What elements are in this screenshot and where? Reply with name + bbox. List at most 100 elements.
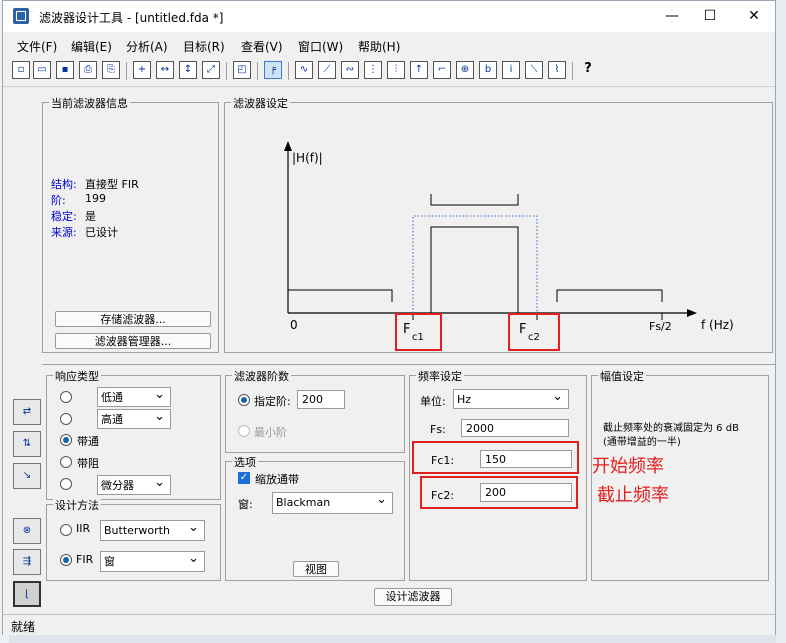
lowpass-radio[interactable] — [60, 391, 72, 403]
iir-method-dropdown[interactable]: Butterworth — [100, 518, 205, 541]
structure-value: 直接型 FIR — [85, 178, 139, 191]
menu-bar: 文件(F) 编辑(E) 分析(A) 目标(R) 查看(V) 窗口(W) 帮助(H… — [3, 34, 775, 56]
minimum-order-radio[interactable] — [238, 425, 250, 437]
order-label: 阶: — [51, 194, 66, 207]
lowpass-dropdown[interactable]: 低通 — [97, 385, 171, 407]
coefficients-icon[interactable]: b — [479, 61, 497, 79]
panel-title: 滤波器阶数 — [232, 368, 291, 384]
save-icon[interactable]: ▪ — [56, 61, 74, 79]
minimize-button[interactable]: — — [657, 5, 687, 27]
fs-input[interactable]: 2000 — [461, 419, 569, 437]
filter-manager-button[interactable]: 滤波器管理器... — [55, 333, 211, 349]
stable-label: 稳定: — [51, 210, 77, 223]
source-value: 已设计 — [85, 226, 118, 239]
impulse-response-icon[interactable]: ↑ — [410, 61, 428, 79]
phase-delay-icon[interactable]: ⫶ — [387, 61, 405, 79]
current-filter-info-panel: 当前滤波器信息 结构: 直接型 FIR 阶: 199 稳定: 是 来源: 已设计… — [42, 95, 219, 353]
status-bar: 就绪 — [3, 614, 775, 635]
menu-edit[interactable]: 编辑(E) — [71, 38, 112, 55]
step-response-icon[interactable]: ⌐ — [433, 61, 451, 79]
filter-spec-icon[interactable]: ╒ — [264, 61, 282, 79]
zoom-in-icon[interactable]: + — [133, 61, 151, 79]
filter-specification-panel: 滤波器设定 |H(f)| f (Hz) 0 Fs/2 F c1 F c2 — [224, 95, 773, 353]
frequency-axis-label: f (Hz) — [701, 318, 734, 332]
toolbar-separator — [572, 62, 573, 80]
mag-phase-icon[interactable]: ∾ — [341, 61, 359, 79]
bandpass-spec-diagram — [284, 141, 697, 320]
fc1-subscript: c1 — [412, 332, 424, 343]
scale-passband-label: 缩放通带 — [255, 473, 299, 486]
multirate-icon[interactable]: ⇶ — [13, 549, 41, 575]
menu-targets[interactable]: 目标(R) — [183, 38, 225, 55]
round-off-icon[interactable]: ⌇ — [548, 61, 566, 79]
magnitude-response-icon[interactable]: ∿ — [295, 61, 313, 79]
magnitude-note: 截止频率处的衰减固定为 6 dB (通带增益的一半) — [603, 423, 739, 448]
toolbar-separator — [226, 62, 227, 80]
iir-radio[interactable] — [60, 524, 72, 536]
structure-label: 结构: — [51, 178, 77, 191]
window-title: 滤波器设计工具 - [untitled.fda *] — [39, 11, 224, 25]
menu-window[interactable]: 窗口(W) — [298, 38, 343, 55]
highpass-radio[interactable] — [60, 413, 72, 425]
filter-order-panel: 滤波器阶数 指定阶: 200 最小阶 — [225, 368, 405, 453]
import-filter-icon[interactable]: ↘ — [13, 463, 41, 489]
highpass-dropdown[interactable]: 高通 — [97, 407, 171, 429]
fc2-field-label: Fc2: — [431, 489, 455, 502]
new-file-icon[interactable]: ▫ — [12, 61, 30, 79]
fc2-input-highlight: Fc2: 200 — [420, 476, 578, 509]
phase-response-icon[interactable]: ⟋ — [318, 61, 336, 79]
cost-icon[interactable]: ⟍ — [525, 61, 543, 79]
pole-zero-icon[interactable]: ⊕ — [456, 61, 474, 79]
fc1-field-label: Fc1: — [431, 454, 455, 467]
toolbar: ▫ ▭ ▪ ⎙ ⎘ + ↔ ↕ ⤢ ◰ ╒ ∿ ⟋ ∾ ⋮ ⫶ ↑ ⌐ ⊕ b … — [3, 58, 775, 87]
bandpass-label: 带通 — [77, 435, 99, 448]
print-icon[interactable]: ⎙ — [79, 61, 97, 79]
scale-passband-checkbox[interactable]: ✓ — [238, 472, 250, 484]
fir-radio[interactable] — [60, 554, 72, 566]
fs-half-tick-label: Fs/2 — [649, 320, 672, 333]
close-button[interactable]: ✕ — [739, 5, 769, 27]
fir-method-dropdown[interactable]: 窗 — [100, 549, 205, 572]
filter-designer-window: 滤波器设计工具 - [untitled.fda *] — ☐ ✕ 文件(F) 编… — [2, 0, 776, 635]
bandpass-radio[interactable] — [60, 434, 72, 446]
fc1-input[interactable]: 150 — [480, 450, 572, 468]
store-filter-button[interactable]: 存储滤波器... — [55, 311, 211, 327]
divider — [42, 364, 775, 365]
differentiator-radio[interactable] — [60, 478, 72, 490]
open-folder-icon[interactable]: ▭ — [33, 61, 51, 79]
transform-filter-icon[interactable]: ⇄ — [13, 399, 41, 425]
pole-zero-editor-icon[interactable]: ⊗ — [13, 518, 41, 544]
title-bar: 滤波器设计工具 - [untitled.fda *] — ☐ ✕ — [3, 1, 775, 32]
menu-file[interactable]: 文件(F) — [17, 38, 57, 55]
menu-help[interactable]: 帮助(H) — [358, 38, 400, 55]
group-delay-icon[interactable]: ⋮ — [364, 61, 382, 79]
zero-tick-label: 0 — [290, 318, 298, 332]
units-dropdown[interactable]: Hz — [453, 387, 569, 409]
convert-structure-icon[interactable]: ⇅ — [13, 431, 41, 457]
bandstop-radio[interactable] — [60, 456, 72, 468]
window-dropdown[interactable]: Blackman — [272, 490, 393, 514]
menu-view[interactable]: 查看(V) — [241, 38, 283, 55]
order-input[interactable]: 200 — [297, 390, 345, 409]
order-value: 199 — [85, 192, 106, 205]
view-button[interactable]: 视图 — [293, 561, 339, 577]
magnitude-specification-panel: 幅值设定 截止频率处的衰减固定为 6 dB (通带增益的一半) — [591, 368, 769, 581]
menu-analysis[interactable]: 分析(A) — [126, 38, 168, 55]
info-icon[interactable]: i — [502, 61, 520, 79]
whats-this-icon[interactable]: ? — [579, 61, 597, 79]
full-view-icon[interactable]: ⤢ — [202, 61, 220, 79]
panel-title: 设计方法 — [53, 497, 101, 513]
print-preview-icon[interactable]: ⎘ — [102, 61, 120, 79]
fs-label: Fs: — [430, 423, 446, 436]
design-filter-button[interactable]: 设计滤波器 — [374, 588, 452, 606]
zoom-x-icon[interactable]: ↔ — [156, 61, 174, 79]
specify-order-radio[interactable] — [238, 394, 250, 406]
toolbar-separator — [126, 62, 127, 80]
differentiator-dropdown[interactable]: 微分器 — [97, 473, 171, 495]
maximize-button[interactable]: ☐ — [695, 5, 725, 27]
design-filter-icon[interactable]: ⌊ — [13, 581, 41, 607]
fc2-input[interactable]: 200 — [480, 483, 572, 502]
new-figure-icon[interactable]: ◰ — [233, 61, 251, 79]
zoom-y-icon[interactable]: ↕ — [179, 61, 197, 79]
panel-title: 选项 — [232, 454, 258, 470]
